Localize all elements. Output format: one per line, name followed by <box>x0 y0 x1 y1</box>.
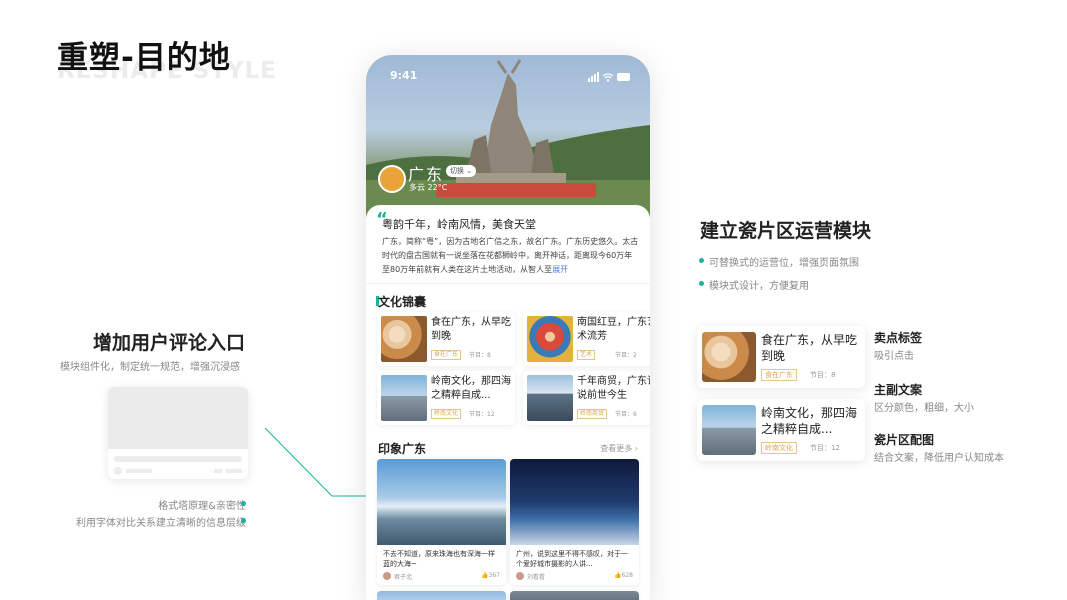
switch-city-button[interactable]: 切换 ⌄ <box>446 165 477 177</box>
expand-link[interactable]: 展开 <box>552 265 568 274</box>
tile-title: 南国红豆，广东艺术流芳 <box>577 317 650 342</box>
post-image <box>377 591 506 600</box>
feature-desc: 区分颜色，粗细，大小 <box>874 403 974 414</box>
right-heading: 建立瓷片区运营模块 <box>700 220 872 242</box>
placeholder-image <box>108 387 248 449</box>
food-image <box>702 332 756 382</box>
food-image <box>381 316 427 362</box>
example-card-food: 食在广东，从早吃到晚 食在广东 节目：8 <box>697 326 865 388</box>
card-title: 岭南文化，那四海之精粹自成... <box>761 406 858 436</box>
card-title: 食在广东，从早吃到晚 <box>761 333 858 363</box>
impression-post[interactable]: 广州，说到这里不得不感叹，对于一个爱好城市摄影的人讲... 刘看看 👍628 <box>510 459 639 585</box>
tile-count: 节目：2 <box>615 352 637 359</box>
hero-image: 9:41 广东 切换 ⌄ 多云 22°C <box>366 55 650 220</box>
placeholder-like-icon <box>214 469 222 473</box>
lighthouse-image <box>377 459 506 545</box>
tile-count: 节目：6 <box>615 411 637 418</box>
city-icon <box>378 165 406 193</box>
tile-tag: 岭南文化 <box>431 409 462 419</box>
post-likes[interactable]: 👍628 <box>614 572 633 579</box>
avatar <box>383 572 391 580</box>
card-count: 节目：8 <box>810 371 836 379</box>
bullet-dot <box>699 258 704 263</box>
like-count: 367 <box>488 572 500 579</box>
placeholder-like-count <box>226 469 242 473</box>
phone-mockup: 9:41 广东 切换 ⌄ 多云 22°C “ 粤韵千年，岭南风情，美食天堂 广东… <box>366 55 650 600</box>
impression-post[interactable]: 不去不知道，原来珠海也有深海一样蓝的大海~ 君子北 👍367 <box>377 459 506 585</box>
comment-placeholder-card <box>108 387 248 479</box>
bullet-dot <box>241 501 246 506</box>
card-tag: 食在广东 <box>761 369 797 381</box>
tile-count: 节目：8 <box>469 352 491 359</box>
left-bullet-1: 格式塔原理&亲密性 <box>158 501 246 512</box>
status-time: 9:41 <box>390 69 418 82</box>
divider <box>366 283 650 284</box>
post-user: 刘看看 <box>527 574 546 581</box>
like-count: 628 <box>621 572 633 579</box>
feature-desc: 结合文案，降低用户认知成本 <box>874 453 1004 464</box>
left-bullet-2: 利用字体对比关系建立清晰的信息层级 <box>76 518 246 529</box>
impression-post-partial[interactable] <box>377 591 506 600</box>
culture-tile[interactable]: 千年商贸，广东诉说前世今生 岭南商贸 节目：6 <box>523 371 650 425</box>
feature-title: 卖点标签 <box>874 331 923 345</box>
city-skyline-image <box>527 375 573 421</box>
opera-image <box>527 316 573 362</box>
feature-title: 瓷片区配图 <box>874 433 935 447</box>
status-icons <box>588 67 632 86</box>
intro-section: “ 粤韵千年，岭南风情，美食天堂 广东，简称“粤”，因为古地名广信之东，故名广东… <box>366 205 650 285</box>
placeholder-user <box>126 469 152 473</box>
gate-image <box>702 405 756 455</box>
culture-tile[interactable]: 岭南文化，那四海之精粹自成... 岭南文化 节目：12 <box>377 371 515 425</box>
intro-body: 广东，简称“粤”，因为古地名广信之东，故名广东。广东历史悠久。太古时代的盘古国就… <box>382 237 639 274</box>
post-likes[interactable]: 👍367 <box>481 572 500 579</box>
tile-title: 岭南文化，那四海之精粹自成... <box>431 376 511 401</box>
placeholder-avatar <box>114 467 122 475</box>
post-image <box>510 591 639 600</box>
feature-desc: 吸引点击 <box>874 351 914 362</box>
card-tag: 岭南文化 <box>761 442 797 454</box>
feature-title: 主副文案 <box>874 383 923 397</box>
section-title-impression: 印象广东 <box>378 442 427 456</box>
bullet-dot <box>699 281 704 286</box>
culture-tile[interactable]: 食在广东，从早吃到晚 食在广东 节目：8 <box>377 312 515 366</box>
intro-title: 粤韵千年，岭南风情，美食天堂 <box>382 218 536 231</box>
post-text: 广州，说到这里不得不感叹，对于一个爱好城市摄影的人讲... <box>516 550 628 568</box>
gate-image <box>381 375 427 421</box>
right-bullet-2: 模块式设计，方便复用 <box>709 281 809 292</box>
example-card-culture: 岭南文化，那四海之精粹自成... 岭南文化 节目：12 <box>697 399 865 461</box>
card-count: 节目：12 <box>810 444 840 452</box>
tile-tag: 艺术 <box>577 350 596 360</box>
post-text: 不去不知道，原来珠海也有深海一样蓝的大海~ <box>383 550 495 568</box>
culture-tile[interactable]: 南国红豆，广东艺术流芳 艺术 节目：2 <box>523 312 650 366</box>
signal-wifi-battery-icon <box>588 72 630 82</box>
weather-text: 多云 22°C <box>409 183 448 192</box>
tile-title: 千年商贸，广东诉说前世今生 <box>577 376 650 401</box>
impression-post-partial[interactable] <box>510 591 639 600</box>
bullet-dot <box>241 518 246 523</box>
switch-label: 切换 <box>450 167 464 175</box>
tile-tag: 岭南商贸 <box>577 409 608 419</box>
placeholder-line <box>114 456 242 462</box>
post-user: 君子北 <box>394 574 413 581</box>
right-bullet-1: 可替换式的运营位，增强页面氛围 <box>709 258 859 269</box>
section-title-culture: 文化锦囊 <box>378 295 427 309</box>
left-heading: 增加用户评论入口 <box>93 332 246 354</box>
avatar <box>516 572 524 580</box>
left-description: 模块组件化，制定统一规范，增强沉浸感 <box>60 362 240 373</box>
see-more-link[interactable]: 查看更多 › <box>600 443 638 454</box>
intro-text: 广东，简称“粤”，因为古地名广信之东，故名广东。广东历史悠久。太古时代的盘古国就… <box>382 235 640 277</box>
tile-count: 节目：12 <box>469 411 495 418</box>
tile-tag: 食在广东 <box>431 350 462 360</box>
opera-house-image <box>510 459 639 545</box>
tile-title: 食在广东，从早吃到晚 <box>431 317 511 342</box>
